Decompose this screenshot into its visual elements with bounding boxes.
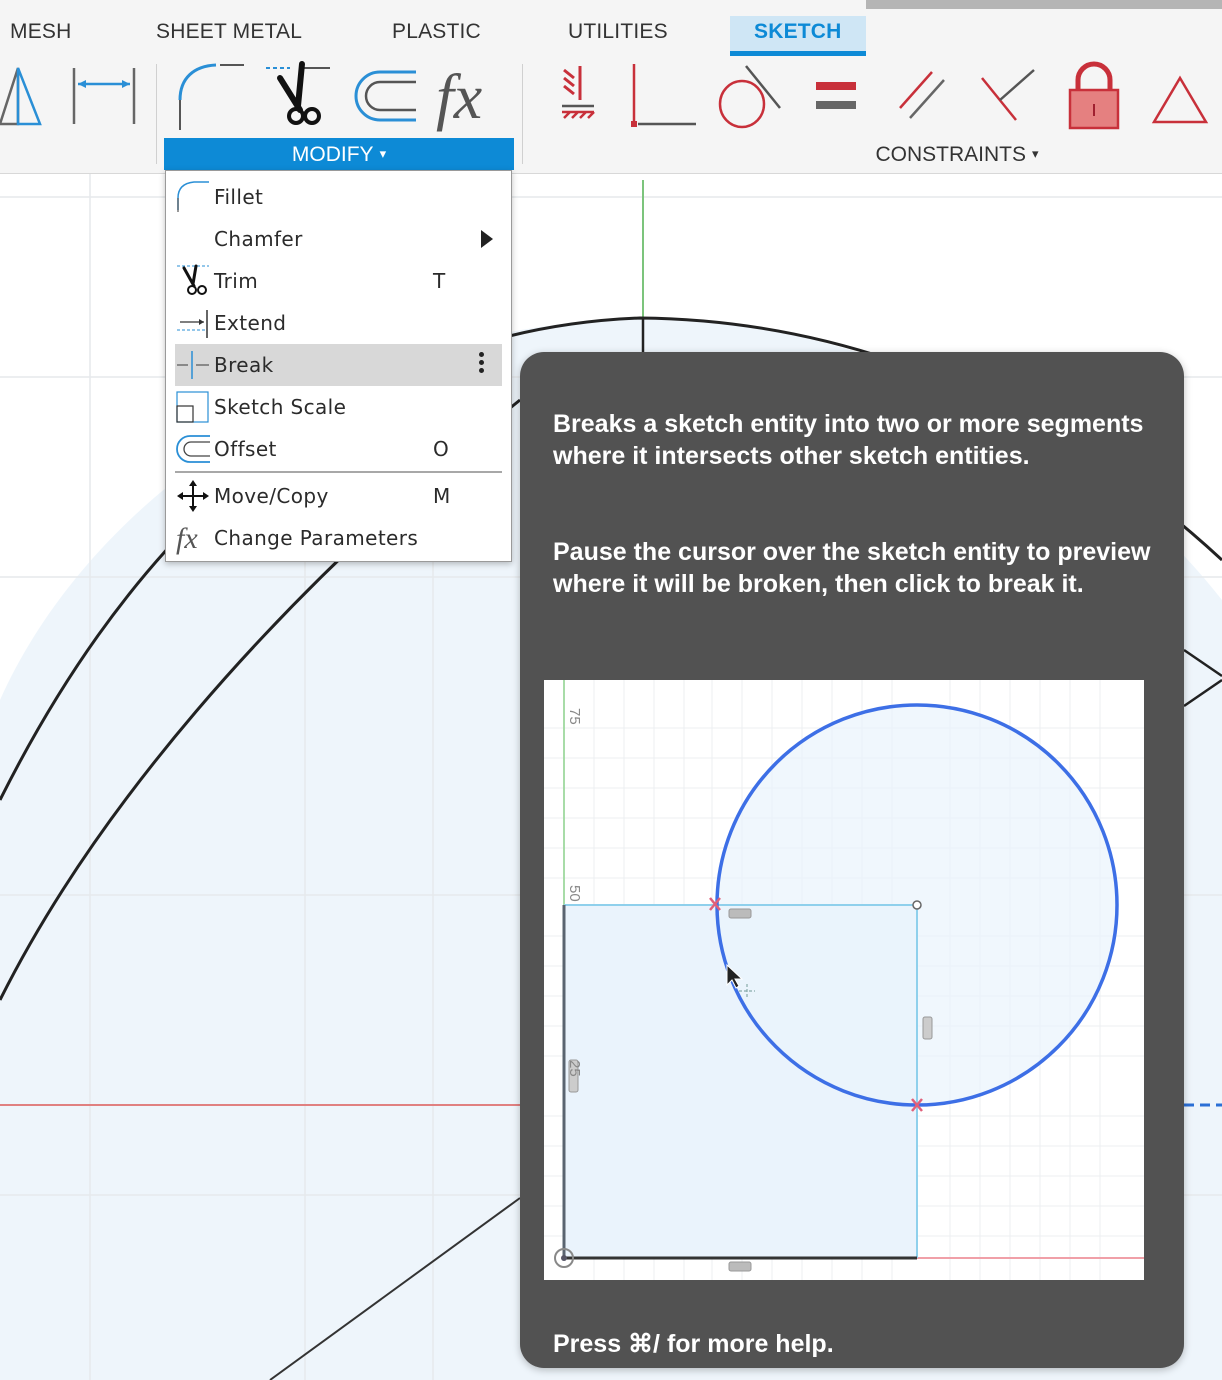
preview-axis-label-25: 25 <box>566 1060 583 1077</box>
menu-item-chamfer[interactable]: Chamfer <box>175 218 502 260</box>
dimension-icon[interactable] <box>68 60 140 132</box>
extend-icon <box>176 306 210 340</box>
menu-label: Extend <box>214 311 287 335</box>
tab-sheet-metal[interactable]: SHEET METAL <box>156 16 302 56</box>
perpendicular-constraint-icon[interactable] <box>972 60 1044 132</box>
tab-utilities[interactable]: UTILITIES <box>568 16 668 56</box>
menu-label: Fillet <box>214 185 264 209</box>
title-strip <box>866 0 1222 9</box>
menu-label: Break <box>214 353 274 377</box>
blank-icon <box>176 222 210 256</box>
preview-horizontal-constraint <box>728 1261 752 1272</box>
tab-mesh[interactable]: MESH <box>10 16 71 56</box>
trim-icon[interactable] <box>264 60 336 132</box>
trim-icon <box>176 264 210 298</box>
menu-label: Move/Copy <box>214 484 329 508</box>
modify-label: MODIFY <box>291 143 374 166</box>
toolbar-separator <box>522 64 523 164</box>
preview-drawing: 75 50 25 <box>544 680 1144 1280</box>
break-icon <box>176 348 210 382</box>
preview-center-point <box>912 900 922 910</box>
tab-sketch[interactable]: SKETCH <box>730 16 866 56</box>
modify-dropdown-button[interactable]: MODIFY ▾ <box>164 138 514 170</box>
fix-constraint-icon[interactable] <box>550 60 622 132</box>
tooltip-preview-image: 75 50 25 <box>544 680 1144 1280</box>
equal-constraint-icon[interactable] <box>800 60 872 132</box>
menu-item-trim[interactable]: Trim T <box>175 260 502 302</box>
menu-label: Offset <box>214 437 277 461</box>
menu-divider <box>175 471 502 473</box>
preview-axis-label-50: 50 <box>566 885 583 902</box>
offset-icon[interactable] <box>350 60 422 132</box>
coincident-constraint-icon[interactable] <box>626 60 698 132</box>
change-parameters-icon[interactable]: fx <box>434 60 506 132</box>
fillet-icon <box>176 180 210 214</box>
triangle-constraint-icon[interactable] <box>1144 60 1216 132</box>
ribbon-toolbar: MESH SHEET METAL PLASTIC UTILITIES SKETC… <box>0 0 1222 174</box>
tab-plastic[interactable]: PLASTIC <box>392 16 481 56</box>
menu-item-move-copy[interactable]: Move/Copy M <box>175 475 502 517</box>
caret-down-icon: ▾ <box>379 146 387 161</box>
constraints-label: CONSTRAINTS <box>875 143 1026 166</box>
tooltip-help-hint: Press ⌘/ for more help. <box>553 1330 834 1358</box>
menu-label: Trim <box>214 269 259 293</box>
menu-label: Chamfer <box>214 227 303 251</box>
more-options-icon[interactable] <box>479 352 485 378</box>
preview-horizontal-constraint <box>728 908 752 919</box>
menu-item-extend[interactable]: Extend <box>175 302 502 344</box>
tangent-constraint-icon[interactable] <box>712 60 784 132</box>
menu-item-fillet[interactable]: Fillet <box>175 176 502 218</box>
toolbar-separator <box>156 64 157 164</box>
menu-label: Sketch Scale <box>214 395 347 419</box>
mirror-icon[interactable] <box>0 60 66 132</box>
preview-axis-label-75: 75 <box>566 708 583 725</box>
preview-vertical-constraint <box>922 1016 933 1040</box>
tooltip-instructions: Pause the cursor over the sketch entity … <box>553 538 1151 598</box>
parallel-constraint-icon[interactable] <box>886 60 958 132</box>
offset-icon <box>176 432 210 466</box>
lock-icon[interactable] <box>1058 60 1130 132</box>
modify-menu: Fillet Chamfer Trim T Extend Break Sketc… <box>165 170 512 562</box>
constraints-dropdown-button[interactable]: CONSTRAINTS ▾ <box>862 138 1052 170</box>
shortcut-label: M <box>433 484 451 508</box>
move-icon <box>176 479 210 513</box>
menu-item-change-parameters[interactable]: fx Change Parameters <box>175 517 502 559</box>
change-parameters-icon: fx <box>176 521 210 555</box>
fusion-window: MESH SHEET METAL PLASTIC UTILITIES SKETC… <box>0 0 1222 1380</box>
break-tooltip: Breaks a sketch entity into two or more … <box>520 352 1184 1368</box>
sketch-scale-icon <box>176 390 210 424</box>
menu-item-sketch-scale[interactable]: Sketch Scale <box>175 386 502 428</box>
caret-down-icon: ▾ <box>1031 146 1039 161</box>
shortcut-label: O <box>433 437 449 461</box>
submenu-arrow-icon <box>481 230 493 248</box>
menu-label: Change Parameters <box>214 526 419 550</box>
menu-item-offset[interactable]: Offset O <box>175 428 502 470</box>
tooltip-description: Breaks a sketch entity into two or more … <box>553 410 1144 470</box>
shortcut-label: T <box>433 269 446 293</box>
fillet-icon[interactable] <box>174 60 246 132</box>
menu-item-break[interactable]: Break <box>175 344 502 386</box>
svg-text:fx: fx <box>436 61 482 132</box>
svg-text:fx: fx <box>176 522 198 555</box>
